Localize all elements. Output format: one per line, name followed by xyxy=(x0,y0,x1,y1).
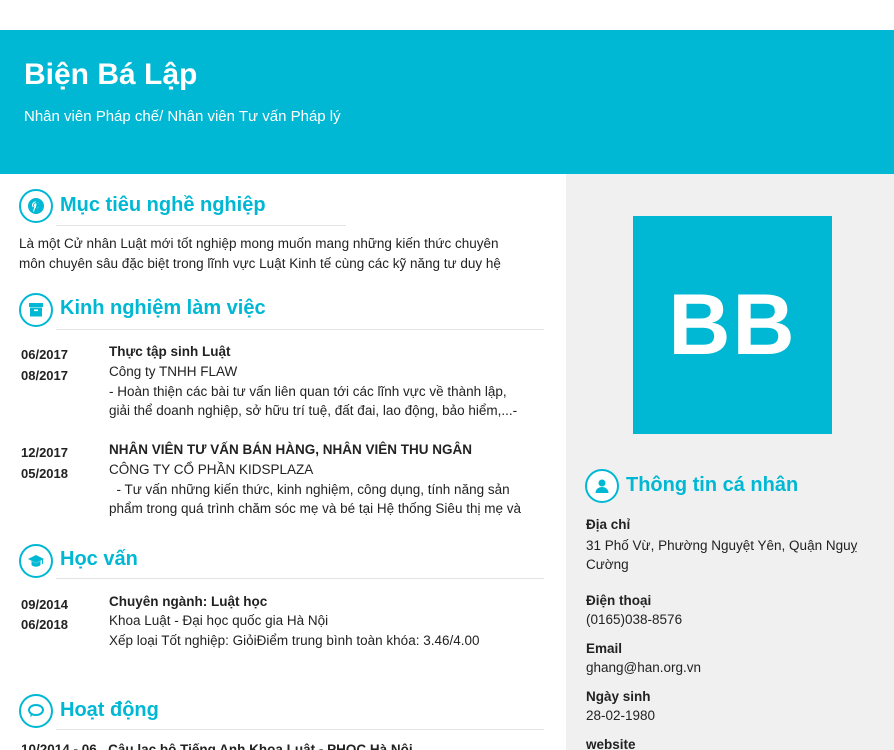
email-value: ghang@han.org.vn xyxy=(586,660,702,675)
pinterest-icon xyxy=(19,189,53,223)
experience-2-company: CÔNG TY CỔ PHẦN KIDSPLAZA xyxy=(109,462,314,477)
experience-2-end: 05/2018 xyxy=(21,466,68,481)
address-line-1: 31 Phố Vừ, Phường Nguyệt Yên, Quận Nguỵ xyxy=(586,538,858,553)
education-title: Học vấn xyxy=(60,548,138,570)
experience-1-position: Thực tập sinh Luật xyxy=(109,344,231,359)
education-1-grade: Xếp loại Tốt nghiệp: GiỏiĐiểm trung bình… xyxy=(109,633,480,648)
experience-title: Kinh nghiệm làm việc xyxy=(60,297,266,319)
address-line-2: Cường xyxy=(586,557,629,572)
objective-line-1: Là một Cử nhân Luật mới tốt nghiệp mong … xyxy=(19,236,499,251)
candidate-job-title: Nhân viên Pháp chế/ Nhân viên Tư vấn Phá… xyxy=(24,108,341,125)
education-1-start: 09/2014 xyxy=(21,597,68,612)
graduation-cap-icon xyxy=(19,544,53,578)
dob-label: Ngày sinh xyxy=(586,689,651,704)
phone-label: Điện thoại xyxy=(586,593,652,608)
experience-2-start: 12/2017 xyxy=(21,445,68,460)
education-1-school: Khoa Luật - Đại học quốc gia Hà Nội xyxy=(109,613,329,628)
experience-1-desc-1: - Hoàn thiện các bài tư vấn liên quan tớ… xyxy=(109,384,507,399)
candidate-name: Biện Bá Lập xyxy=(24,58,198,91)
experience-1-desc-2: giải thể doanh nghiệp, sở hữu trí tuệ, đ… xyxy=(109,403,518,418)
objective-title: Mục tiêu nghề nghiệp xyxy=(60,194,266,216)
activities-divider xyxy=(56,729,544,730)
experience-2-desc-1: - Tư vấn những kiến thức, kinh nghiệm, c… xyxy=(109,482,510,497)
education-1-end: 06/2018 xyxy=(21,617,68,632)
experience-2-position: NHÂN VIÊN TƯ VẤN BÁN HÀNG, NHÂN VIÊN THU… xyxy=(109,442,472,457)
dob-value: 28-02-1980 xyxy=(586,708,656,723)
website-label: website xyxy=(586,737,636,750)
speech-bubble-icon xyxy=(19,694,53,728)
personal-info-title: Thông tin cá nhân xyxy=(626,474,799,496)
experience-1-company: Công ty TNHH FLAW xyxy=(109,364,238,379)
phone-value: (0165)038-8576 xyxy=(586,612,683,627)
activities-partial-line: 10/2014 - 06 Câu lạc bộ Tiếng Anh Khoa L… xyxy=(21,742,413,750)
objective-line-2: môn chuyên sâu đặc biệt trong lĩnh vực L… xyxy=(19,256,501,271)
avatar: BB xyxy=(633,216,832,434)
avatar-initials: BB xyxy=(668,276,797,373)
education-divider xyxy=(56,578,544,579)
email-label: Email xyxy=(586,641,623,656)
experience-1-end: 08/2017 xyxy=(21,368,68,383)
experience-1-start: 06/2017 xyxy=(21,347,68,362)
top-margin xyxy=(0,0,894,30)
experience-2-desc-2: phẩm trong quá trình chăm sóc mẹ và bé t… xyxy=(109,501,521,516)
user-icon xyxy=(585,469,619,503)
personal-sidebar: BB Thông tin cá nhân Địa chỉ 31 Phố Vừ, … xyxy=(566,174,894,750)
objective-divider xyxy=(56,225,346,226)
resume-header: Biện Bá Lập Nhân viên Pháp chế/ Nhân viê… xyxy=(0,30,894,174)
address-label: Địa chỉ xyxy=(586,517,631,532)
archive-icon xyxy=(19,293,53,327)
education-1-major: Chuyên ngành: Luật học xyxy=(109,594,268,609)
experience-divider xyxy=(56,329,544,330)
activities-title: Hoạt động xyxy=(60,699,159,721)
